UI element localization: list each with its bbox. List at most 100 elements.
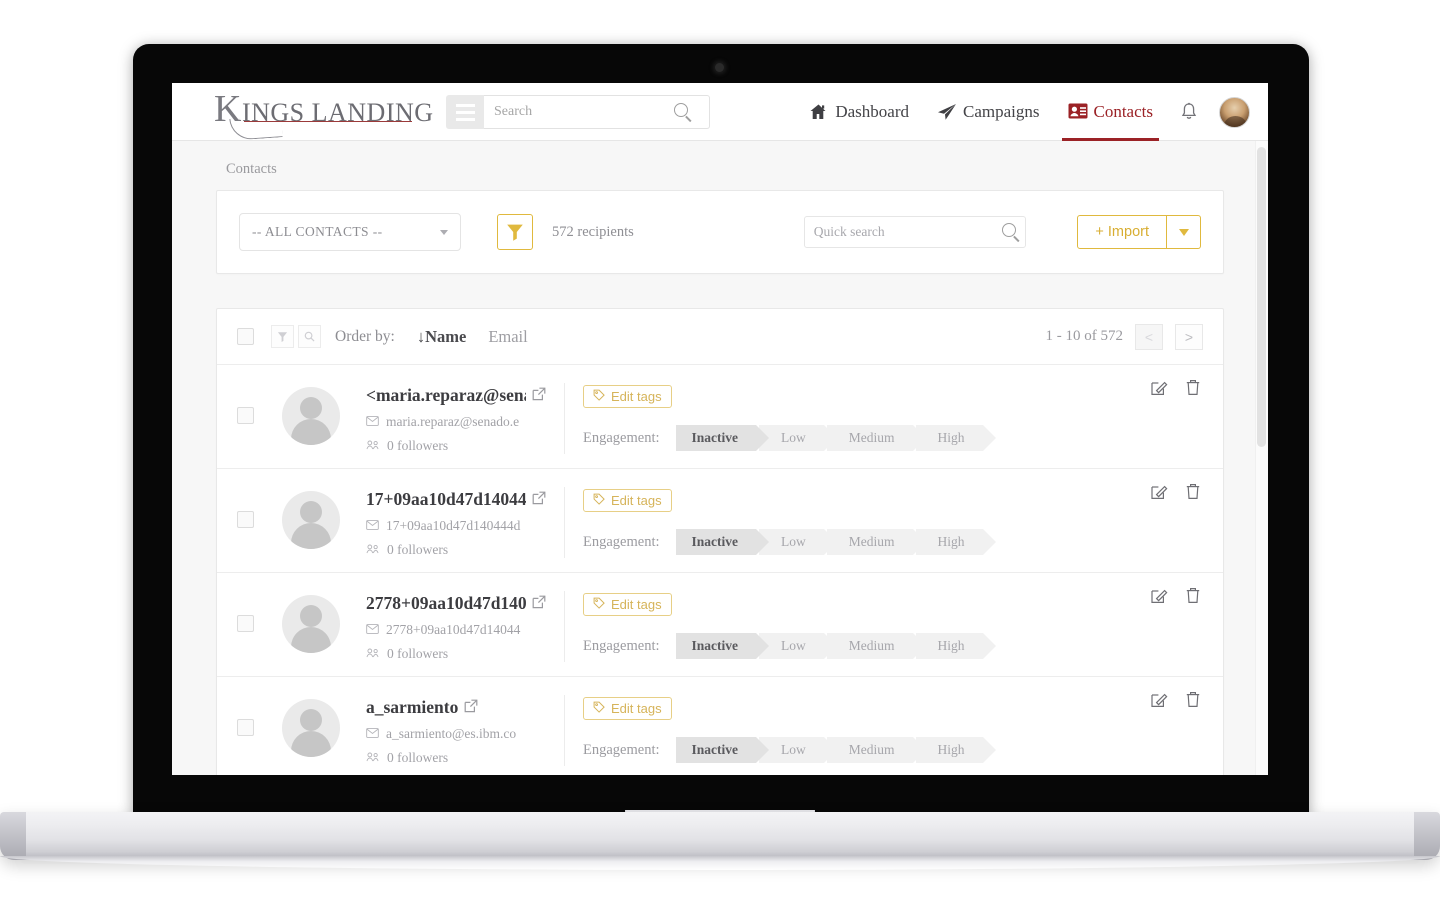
- quick-search[interactable]: [803, 216, 1026, 248]
- edit-tags-button[interactable]: Edit tags: [583, 593, 672, 616]
- contact-name[interactable]: a_sarmiento: [366, 697, 552, 718]
- funnel-icon[interactable]: [497, 214, 533, 250]
- laptop-base: [0, 812, 1440, 860]
- list-filter-icon[interactable]: [271, 325, 294, 348]
- order-by-name[interactable]: ↓Name: [417, 327, 466, 347]
- engagement-label: Engagement:: [583, 533, 660, 550]
- edit-pencil-icon[interactable]: [1151, 691, 1168, 713]
- breadcrumb[interactable]: Contacts: [172, 141, 1268, 190]
- contact-name-text: a_sarmiento: [366, 697, 459, 717]
- edit-pencil-icon[interactable]: [1151, 483, 1168, 505]
- contact-row[interactable]: 17+09aa10d47d14044 17+09aa10d47d140444d …: [217, 469, 1223, 573]
- contact-name-text: 2778+09aa10d47d140.: [366, 593, 526, 613]
- contact-name[interactable]: 2778+09aa10d47d140.: [366, 593, 552, 614]
- external-link-icon[interactable]: [532, 593, 546, 614]
- engagement-segment-inactive[interactable]: Inactive: [675, 737, 769, 763]
- contact-name-text: 17+09aa10d47d14044: [366, 489, 526, 509]
- trash-icon[interactable]: [1185, 587, 1201, 609]
- laptop-hinge-left: [0, 812, 26, 860]
- edit-tags-button[interactable]: Edit tags: [583, 697, 672, 720]
- page-scrollbar[interactable]: [1255, 141, 1268, 775]
- select-all-checkbox[interactable]: [237, 328, 254, 345]
- edit-pencil-icon[interactable]: [1151, 379, 1168, 401]
- people-icon: [366, 438, 380, 454]
- contact-name[interactable]: <maria.reparaz@senad: [366, 385, 552, 406]
- engagement-track: Inactive Low Medium High: [675, 737, 996, 763]
- order-by-email[interactable]: Email: [488, 327, 527, 347]
- contact-email: maria.reparaz@senado.e: [386, 414, 520, 429]
- import-button-group: + Import: [1077, 215, 1201, 249]
- engagement-control: Engagement: Inactive Low Medium High: [583, 633, 1203, 659]
- nav-label-dashboard: Dashboard: [835, 102, 909, 121]
- chevron-down-icon: [440, 229, 448, 235]
- nav-label-campaigns: Campaigns: [963, 102, 1040, 121]
- next-page-button[interactable]: >: [1175, 323, 1203, 350]
- import-dropdown-toggle[interactable]: [1167, 215, 1201, 249]
- engagement-segment-high[interactable]: High: [915, 529, 996, 555]
- engagement-segment-inactive[interactable]: Inactive: [675, 633, 769, 659]
- row-checkbox[interactable]: [237, 511, 254, 528]
- engagement-segment-high[interactable]: High: [915, 737, 996, 763]
- global-search[interactable]: [484, 95, 710, 129]
- contact-list-select-value: -- ALL CONTACTS --: [252, 224, 383, 239]
- scrollbar-thumb[interactable]: [1257, 147, 1266, 447]
- import-button[interactable]: + Import: [1077, 215, 1167, 249]
- contact-detail: Edit tags Engagement: Inactive Low Medium H…: [583, 485, 1203, 555]
- external-link-icon[interactable]: [532, 489, 546, 510]
- brand-logo[interactable]: KINGS LANDING: [214, 90, 433, 141]
- envelope-icon: [366, 518, 379, 534]
- engagement-track: Inactive Low Medium High: [675, 529, 996, 555]
- engagement-segment-medium[interactable]: Medium: [826, 633, 926, 659]
- caret-down-icon: [1178, 228, 1189, 236]
- filter-toolbar: -- ALL CONTACTS -- 572 recipients + Impo…: [216, 190, 1224, 274]
- row-checkbox[interactable]: [237, 407, 254, 424]
- engagement-segment-high[interactable]: High: [915, 425, 996, 451]
- nav-item-campaigns[interactable]: Campaigns: [923, 83, 1054, 141]
- contact-row[interactable]: a_sarmiento a_sarmiento@es.ibm.co 0 foll…: [217, 677, 1223, 775]
- contact-detail: Edit tags Engagement: Inactive Low Medium H…: [583, 381, 1203, 451]
- engagement-segment-medium[interactable]: Medium: [826, 737, 926, 763]
- contact-identity: 17+09aa10d47d14044 17+09aa10d47d140444d …: [366, 485, 552, 558]
- nav-item-contacts[interactable]: Contacts: [1054, 83, 1168, 141]
- list-search-icon[interactable]: [298, 325, 321, 348]
- hamburger-icon[interactable]: [446, 95, 484, 129]
- edit-tags-button[interactable]: Edit tags: [583, 489, 672, 512]
- contact-row[interactable]: 2778+09aa10d47d140. 2778+09aa10d47d14044…: [217, 573, 1223, 677]
- engagement-segment-inactive[interactable]: Inactive: [675, 425, 769, 451]
- edit-tags-label: Edit tags: [611, 701, 662, 716]
- search-icon[interactable]: [1001, 222, 1016, 242]
- bell-icon[interactable]: [1167, 83, 1211, 141]
- edit-pencil-icon[interactable]: [1151, 587, 1168, 609]
- contact-row[interactable]: <maria.reparaz@senad maria.reparaz@senad…: [217, 365, 1223, 469]
- contact-followers-line: 0 followers: [366, 438, 552, 454]
- external-link-icon[interactable]: [532, 385, 546, 406]
- edit-tags-label: Edit tags: [611, 493, 662, 508]
- quick-search-input[interactable]: [813, 224, 1002, 240]
- trash-icon[interactable]: [1185, 691, 1201, 713]
- contact-detail: Edit tags Engagement: Inactive Low Medium H…: [583, 589, 1203, 659]
- contact-name[interactable]: 17+09aa10d47d14044: [366, 489, 552, 510]
- contact-list-select[interactable]: -- ALL CONTACTS --: [239, 213, 461, 251]
- edit-tags-button[interactable]: Edit tags: [583, 385, 672, 408]
- contact-email-line: 2778+09aa10d47d14044: [366, 622, 552, 638]
- engagement-segment-medium[interactable]: Medium: [826, 425, 926, 451]
- contact-name-text: <maria.reparaz@senad: [366, 385, 526, 405]
- search-input[interactable]: [484, 97, 674, 127]
- engagement-segment-medium[interactable]: Medium: [826, 529, 926, 555]
- external-link-icon[interactable]: [464, 697, 478, 718]
- webcam-icon: [715, 63, 724, 72]
- engagement-segment-inactive[interactable]: Inactive: [675, 529, 769, 555]
- nav-item-dashboard[interactable]: Dashboard: [795, 83, 923, 141]
- prev-page-button[interactable]: <: [1135, 323, 1163, 350]
- engagement-label: Engagement:: [583, 429, 660, 446]
- pagination-text: 1 - 10 of 572: [1045, 328, 1124, 344]
- row-checkbox[interactable]: [237, 615, 254, 632]
- trash-icon[interactable]: [1185, 483, 1201, 505]
- row-checkbox[interactable]: [237, 719, 254, 736]
- search-icon[interactable]: [674, 102, 688, 122]
- trash-icon[interactable]: [1185, 379, 1201, 401]
- people-icon: [366, 646, 380, 662]
- avatar[interactable]: [1219, 96, 1250, 128]
- engagement-segment-high[interactable]: High: [915, 633, 996, 659]
- avatar: [282, 491, 340, 549]
